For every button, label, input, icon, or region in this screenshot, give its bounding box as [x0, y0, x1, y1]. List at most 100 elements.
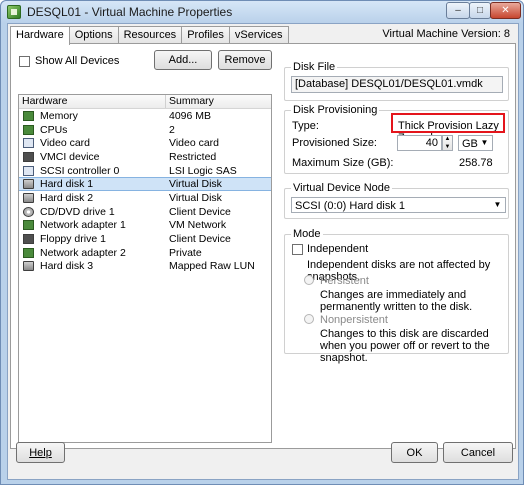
tab-vservices[interactable]: vServices	[228, 26, 289, 44]
add-device-button[interactable]: Add...	[154, 50, 212, 70]
tab-hardware[interactable]: Hardware	[10, 26, 70, 45]
hardware-row[interactable]: Network adapter 2 Private	[19, 246, 271, 260]
provisioned-size-input[interactable]: 40	[397, 135, 442, 151]
spin-up-icon[interactable]: ▲	[445, 136, 451, 142]
title-bar[interactable]: DESQL01 - Virtual Machine Properties – □…	[1, 1, 523, 23]
vm-app-icon	[7, 5, 21, 19]
disk-file-group-title: Disk File	[291, 61, 338, 73]
independent-checkbox[interactable]	[292, 244, 303, 255]
hardware-row[interactable]: VMCI device Restricted	[19, 150, 271, 164]
hardware-row-name: SCSI controller 0	[40, 164, 120, 177]
hardware-list-header: Hardware Summary	[19, 95, 271, 109]
hardware-row-name: Hard disk 3	[40, 260, 94, 273]
hardware-row-name-cell: CD/DVD drive 1	[19, 206, 166, 218]
hardware-row-summary: 4096 MB	[169, 109, 212, 122]
hardware-row-name-cell: Hard disk 2	[19, 192, 166, 204]
hardware-row[interactable]: CD/DVD drive 1 Client Device	[19, 205, 271, 219]
hardware-row[interactable]: SCSI controller 0 LSI Logic SAS	[19, 164, 271, 178]
hardware-row-name-cell: Network adapter 2	[19, 247, 166, 259]
persistent-radio[interactable]	[304, 275, 314, 285]
hardware-list: Hardware Summary Memory 4096 MB CPUs 2 Video…	[18, 94, 272, 443]
tab-strip: Hardware Options Resources Profiles vSer…	[10, 26, 289, 45]
size-unit-select[interactable]: GB ▼	[458, 135, 493, 151]
column-header-hardware[interactable]: Hardware	[19, 95, 166, 108]
highlight-annotation-box	[391, 113, 505, 133]
size-unit-value: GB	[462, 138, 478, 150]
hardware-row[interactable]: Hard disk 3 Mapped Raw LUN	[19, 260, 271, 274]
tab-profiles[interactable]: Profiles	[181, 26, 230, 44]
remove-device-button[interactable]: Remove	[218, 50, 272, 70]
hardware-row[interactable]: CPUs 2	[19, 123, 271, 137]
nonpersistent-radio[interactable]	[304, 314, 314, 324]
hardware-row-name: VMCI device	[40, 150, 100, 163]
network-adapter-icon	[23, 247, 34, 258]
persistent-description: Changes are immediately and permanently …	[320, 289, 473, 313]
minimize-button[interactable]: –	[446, 2, 470, 19]
tab-options[interactable]: Options	[68, 26, 119, 44]
virtual-device-node-select[interactable]: SCSI (0:0) Hard disk 1 ▼	[291, 197, 506, 213]
hardware-row[interactable]: Floppy drive 1 Client Device	[19, 232, 271, 246]
hardware-row-name: Memory	[40, 109, 78, 122]
provisioned-size-spinner[interactable]: ▲ ▼	[442, 135, 453, 151]
hardware-row[interactable]: Video card Video card	[19, 136, 271, 150]
hardware-row-name: CD/DVD drive 1	[40, 205, 115, 218]
hardware-row-name-cell: Hard disk 1	[19, 178, 166, 190]
hardware-row-name-cell: Memory	[19, 110, 166, 122]
mode-group-title: Mode	[291, 228, 323, 240]
hardware-row[interactable]: Hard disk 2 Virtual Disk	[19, 191, 271, 205]
hardware-row-name-cell: Video card	[19, 137, 166, 149]
disk-file-group: Disk File [Database] DESQL01/DESQL01.vmd…	[284, 61, 509, 101]
column-header-summary[interactable]: Summary	[166, 95, 214, 108]
dialog-client: Hardware Options Resources Profiles vSer…	[7, 23, 519, 480]
hardware-row-name-cell: SCSI controller 0	[19, 165, 166, 177]
hardware-row-summary: Video card	[169, 137, 220, 150]
hardware-row-summary: 2	[169, 123, 175, 136]
vm-version-label: Virtual Machine Version: 8	[382, 28, 510, 40]
hardware-row-summary: Client Device	[169, 205, 231, 218]
maximum-size-label: Maximum Size (GB):	[292, 157, 394, 169]
hardware-tab-panel: Show All Devices Add... Remove Hardware …	[10, 43, 516, 449]
hardware-row[interactable]: Network adapter 1 VM Network	[19, 219, 271, 233]
hardware-row-name: Network adapter 2	[40, 246, 126, 259]
hardware-row[interactable]: Memory 4096 MB	[19, 109, 271, 123]
hardware-row[interactable]: Hard disk 1 Virtual Disk	[19, 177, 271, 192]
virtual-device-node-group-title: Virtual Device Node	[291, 182, 393, 194]
vmci-icon	[23, 151, 34, 162]
provisioned-size-label: Provisioned Size:	[292, 137, 377, 149]
help-button[interactable]: Help	[16, 442, 65, 463]
maximize-button[interactable]: □	[469, 2, 491, 19]
memory-icon	[23, 110, 34, 121]
cancel-button[interactable]: Cancel	[443, 442, 513, 463]
close-button[interactable]: ✕	[490, 2, 521, 19]
hardware-rows: Memory 4096 MB CPUs 2 Video card Video card VM…	[19, 109, 271, 273]
hardware-row-summary: Mapped Raw LUN	[169, 260, 255, 273]
hardware-row-name-cell: CPUs	[19, 124, 166, 136]
hardware-row-name-cell: Hard disk 3	[19, 260, 166, 272]
hardware-row-name: Hard disk 2	[40, 191, 94, 204]
floppy-icon	[23, 234, 34, 245]
ok-button[interactable]: OK	[391, 442, 438, 463]
hardware-row-name: CPUs	[40, 123, 68, 136]
spin-down-icon[interactable]: ▼	[445, 144, 451, 150]
hardware-row-summary: Virtual Disk	[169, 178, 222, 191]
show-all-devices-label: Show All Devices	[35, 55, 120, 67]
hardware-row-summary: Virtual Disk	[169, 191, 222, 204]
persistent-label: Persistent	[320, 275, 369, 287]
window-title: DESQL01 - Virtual Machine Properties	[27, 5, 233, 19]
disk-provisioning-group-title: Disk Provisioning	[291, 104, 380, 116]
virtual-device-node-value: SCSI (0:0) Hard disk 1	[295, 200, 406, 212]
monitor-icon	[23, 138, 34, 149]
tab-resources[interactable]: Resources	[117, 26, 183, 44]
mode-group: Mode Independent Independent disks are n…	[284, 228, 509, 364]
hardware-row-name: Floppy drive 1	[40, 233, 106, 246]
show-all-devices-checkbox[interactable]	[19, 56, 30, 67]
hardware-row-name-cell: Floppy drive 1	[19, 233, 166, 245]
maximum-size-value: 258.78	[459, 157, 493, 169]
chevron-down-icon[interactable]: ▼	[491, 199, 504, 211]
chevron-down-icon[interactable]: ▼	[478, 137, 491, 149]
disk-type-label: Type:	[292, 120, 319, 132]
hard-disk-icon	[23, 192, 34, 203]
scsi-controller-icon	[23, 165, 34, 176]
hardware-row-summary: Private	[169, 246, 202, 259]
nonpersistent-label: Nonpersistent	[320, 314, 388, 326]
